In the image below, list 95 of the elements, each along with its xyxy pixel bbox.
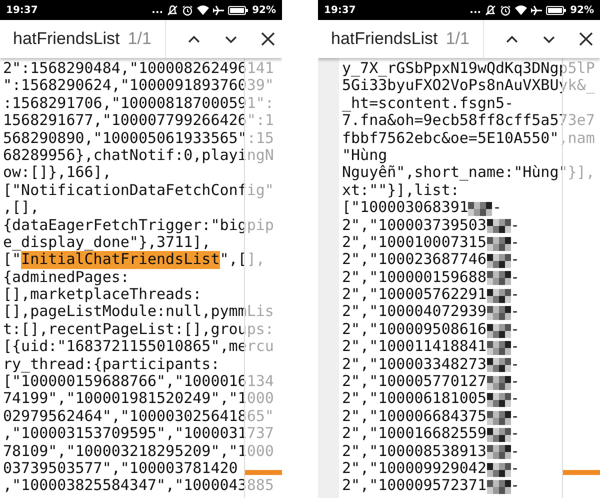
code-text: - (510, 477, 520, 495)
code-line: ry_thread:{participants: (3, 356, 220, 374)
code-text: 2","100016682559 (342, 425, 486, 443)
code-text: 2","100010007315 (342, 234, 486, 252)
search-query: hatFriendsList (330, 29, 438, 49)
code-line: 03739503577","100003781420 (3, 460, 238, 478)
code-text: - (510, 303, 520, 321)
code-line: Nguyễn",short_name:"Hùng"}], (342, 164, 595, 182)
code-text: - (510, 234, 520, 252)
code-line: [{uid:"1683721155010865",mercu (3, 338, 274, 356)
code-line: y_7X_rGSbPpxN19wQdKq3DNgp5lP (342, 60, 595, 78)
code-text: - (492, 199, 502, 217)
code-line: 74199","100001981520249","1000 (3, 390, 274, 408)
status-more: ... (152, 4, 164, 16)
code-text: - (510, 442, 520, 460)
wifi-icon (197, 5, 210, 15)
code-line: 1568291677,"100007799266426":1 (3, 112, 274, 130)
code-line: ,"100003825584347","1000043885 (3, 477, 274, 495)
code-text: 2","100009572371 (342, 477, 486, 495)
code-text: 2","100011418841 (342, 338, 486, 356)
code-text: ["100003068391 (342, 199, 468, 217)
code-line: ["NotificationDataFetchConfig" (3, 182, 274, 200)
code-line: _ht=scontent.fsgn5- (342, 94, 514, 112)
code-line: 568290890,"100005061933565":15 (3, 130, 274, 147)
code-line: ,"100003153709595","1000031737 (3, 425, 274, 443)
code-text: 2","100006684375 (342, 408, 486, 426)
alarm-clock-icon (182, 4, 194, 16)
code-text: 2","100003739503 (342, 216, 486, 234)
search-query: hatFriendsList (12, 29, 120, 49)
code-text: 2","100009929042 (342, 460, 486, 478)
code-line: ow:[]},166], (3, 164, 112, 182)
airplane-icon (531, 4, 542, 16)
code-line: e_display_done"},3711], (3, 234, 211, 252)
status-time: 19:37 (324, 4, 356, 16)
battery-icon (228, 6, 248, 14)
close-icon (578, 31, 594, 47)
bell-off-icon (167, 4, 178, 16)
code-text: 2","100023687746 (342, 251, 486, 269)
code-line: [],pageListModule:null,pymmLis (3, 303, 274, 321)
code-line: [],marketplaceThreads: (3, 286, 202, 304)
code-text: - (510, 425, 520, 443)
code-line: :1568291706,"100008187000591": (3, 94, 274, 112)
match-count: 1/1 (446, 29, 470, 49)
battery-percent: 92% (252, 4, 276, 16)
code-text: - (510, 408, 520, 426)
code-text: 2","100005762291 (342, 286, 486, 304)
airplane-icon (213, 4, 224, 16)
code-text: 2","100009508616 (342, 320, 486, 338)
battery-icon (546, 6, 566, 14)
code-text: - (510, 286, 520, 304)
match-count: 1/1 (128, 29, 152, 49)
code-text: 2","100006181005 (342, 390, 486, 408)
code-line: ":1568290624,"100009189376039" (3, 77, 274, 95)
code-text: [" (3, 251, 22, 269)
code-line: ,[], (3, 199, 40, 217)
scroll-thumb[interactable] (245, 470, 282, 475)
code-line: xt:""}],list: (342, 182, 460, 200)
code-text: - (510, 460, 520, 478)
code-text: 2","100003348273 (342, 356, 486, 374)
code-text: ",[], (220, 251, 265, 269)
code-line: 68289956},chatNotif:0,playingN (3, 146, 274, 164)
code-text: - (510, 320, 520, 338)
code-line: ["100000159688766","1000016134 (3, 373, 274, 390)
code-text: 2","100005770127 (342, 373, 486, 390)
code-line: 5Gi33byuFXO2VoPs8nAuVXBUyk&_ (342, 77, 595, 95)
code-line: 78109","100003218295209","1000 (3, 442, 274, 460)
code-text: - (510, 251, 520, 269)
code-text: - (510, 373, 520, 390)
code-line: t:[],recentPageList:[],groups: (3, 320, 274, 338)
close-button[interactable] (259, 30, 278, 48)
code-text: 2","100008538913 (342, 442, 486, 460)
search-highlight: InitialChatFriendsList (21, 251, 220, 269)
code-text: 2","100000159688 (342, 268, 486, 286)
code-line: {dataEagerFetchTrigger:"bigpip (3, 216, 274, 234)
code-text: - (510, 390, 520, 408)
code-line: 2":1568290484,"100008262496141 (3, 60, 274, 78)
bell-off-icon (485, 4, 496, 16)
status-more: ... (470, 4, 482, 16)
alarm-clock-icon (500, 4, 512, 16)
code-text: - (510, 338, 520, 356)
wifi-icon (515, 5, 528, 15)
code-line: {adminedPages: (3, 268, 130, 286)
battery-percent: 92% (570, 4, 594, 16)
code-text: - (510, 216, 520, 234)
close-button[interactable] (577, 30, 596, 48)
code-line: "Hùng (342, 146, 388, 164)
code-line: 02979562464","100003025641865" (3, 408, 274, 426)
code-text: - (510, 268, 520, 286)
code-text: - (510, 356, 520, 374)
code-text: 2","100004072939 (342, 303, 486, 321)
code-line: 7.fna&oh=9ecb58ff8cff5a573e7 (342, 112, 595, 130)
scroll-thumb[interactable] (563, 470, 600, 475)
code-line: fbbf7562ebc&oe=5E10A550",nam (342, 130, 595, 147)
close-icon (260, 31, 276, 47)
status-time: 19:37 (6, 4, 38, 16)
